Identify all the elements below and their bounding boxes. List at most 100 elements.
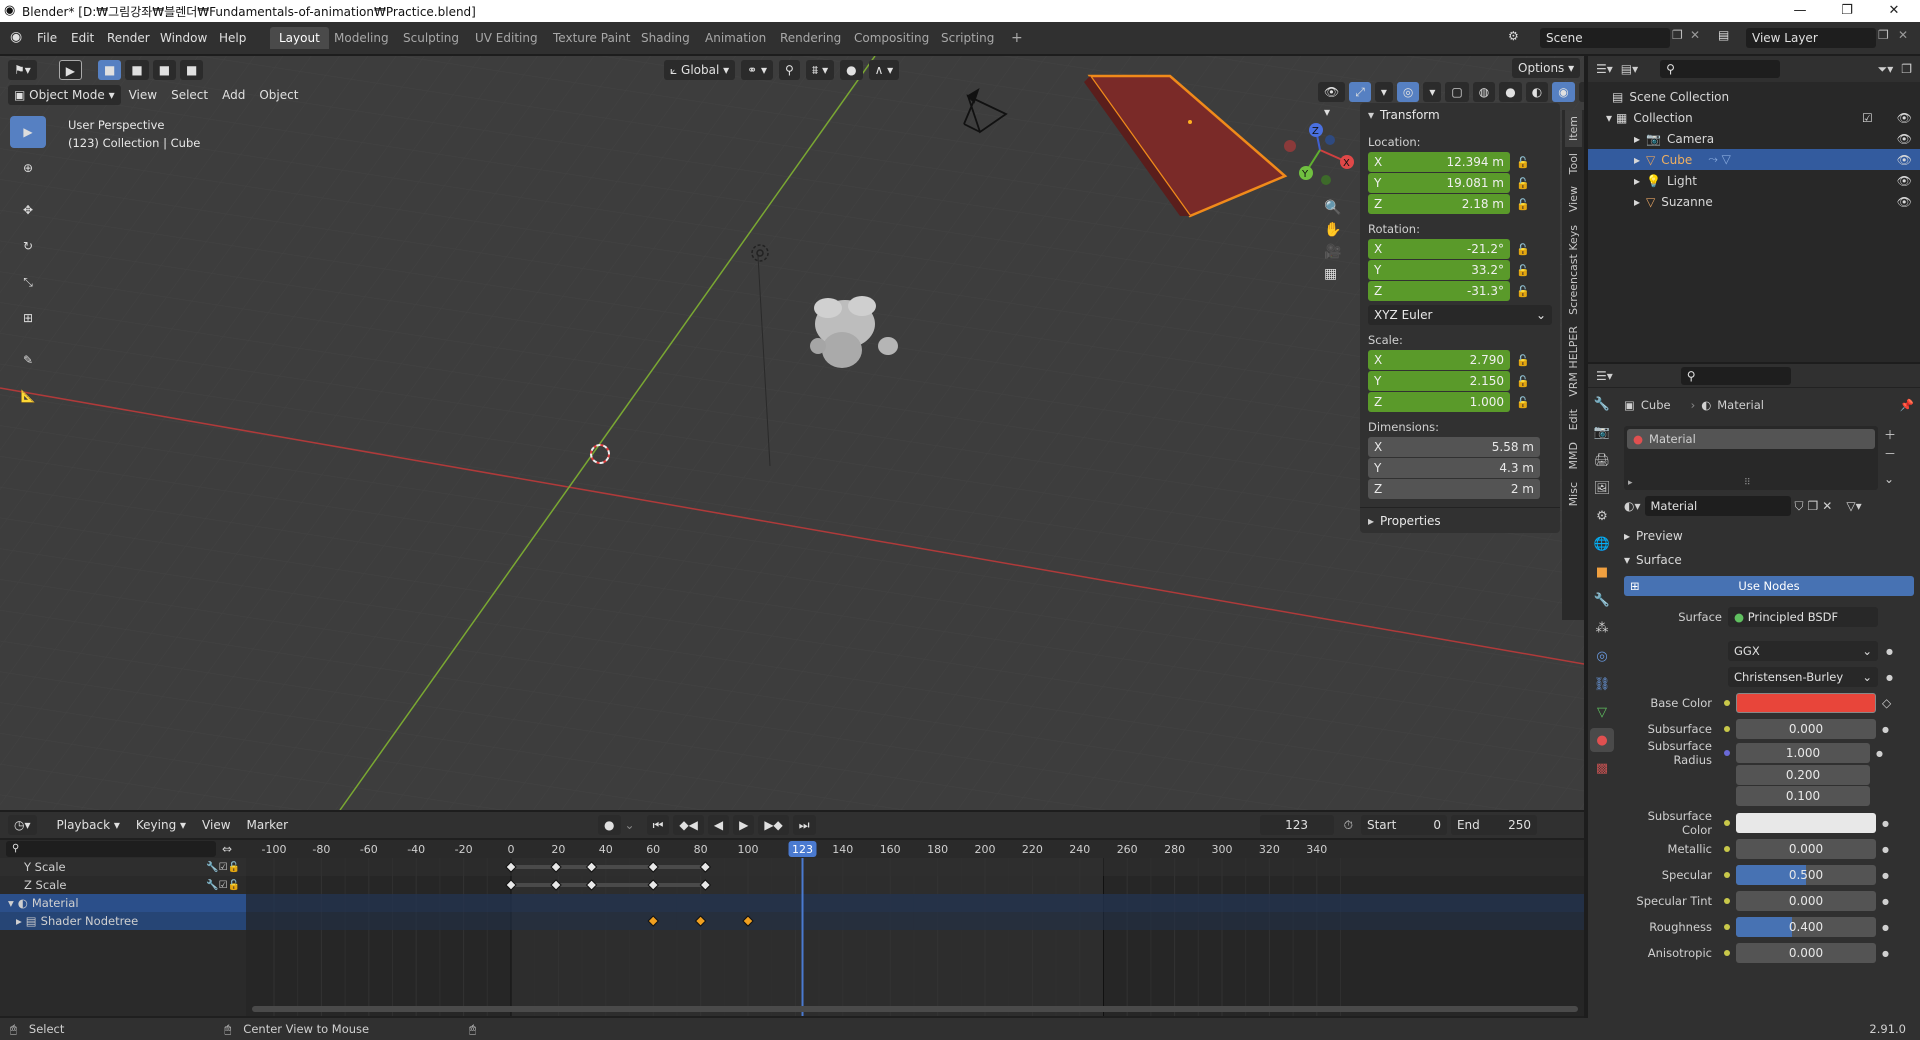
roughness-slider[interactable]: 0.400 xyxy=(1736,917,1876,937)
scene-icon[interactable]: ⚙ xyxy=(1508,29,1519,43)
keyframe-diamond-icon[interactable]: ◇ xyxy=(1882,696,1891,710)
scene-name-field[interactable]: Scene xyxy=(1540,28,1670,48)
properties-search-input[interactable]: ⚲ xyxy=(1680,366,1791,385)
wrench-icon[interactable]: 🔧☑🔓 xyxy=(206,880,240,891)
maximize-icon[interactable]: ❐ xyxy=(1825,0,1869,22)
outliner-scene-collection[interactable]: ▤ Scene Collection xyxy=(1588,86,1920,107)
browse-material-icon[interactable]: ◐▾ xyxy=(1624,499,1641,513)
checkbox-icon[interactable]: ☑ xyxy=(1862,111,1873,125)
properties-subpanel-header[interactable]: ▸ Properties xyxy=(1360,507,1560,533)
scale-tool-icon[interactable]: ⤡ xyxy=(10,266,46,298)
eye-icon[interactable]: 👁 xyxy=(1897,195,1912,209)
data-tab-icon[interactable]: ▽ xyxy=(1590,700,1614,724)
subsurface-field[interactable]: 0.000 xyxy=(1736,719,1876,739)
timeline-menu-keying[interactable]: Keying ▾ xyxy=(130,815,192,835)
vp-menu-add[interactable]: Add xyxy=(216,85,251,105)
new-view-layer-icon[interactable]: ❐ xyxy=(1878,28,1889,42)
lock-icon[interactable]: 🔓 xyxy=(1516,156,1530,169)
view-layer-icon[interactable]: ▤ xyxy=(1718,28,1729,42)
scale-z-field[interactable]: Z 1.000 xyxy=(1368,392,1510,412)
rotation-z-field[interactable]: Z -31.3° xyxy=(1368,281,1510,301)
base-color-swatch[interactable] xyxy=(1736,693,1876,713)
snap-toggle[interactable]: ⚲ xyxy=(779,60,800,80)
minimize-icon[interactable]: — xyxy=(1778,0,1822,22)
particles-tab-icon[interactable]: ⁂ xyxy=(1590,616,1614,640)
overlay-dropdown[interactable]: ▾ xyxy=(1423,82,1442,102)
select-tool-icon[interactable]: ▶ xyxy=(10,116,46,148)
menu-edit[interactable]: Edit xyxy=(64,28,101,48)
measure-tool-icon[interactable]: 📐 xyxy=(10,380,46,412)
chevron-down-icon[interactable]: ⌄ xyxy=(625,818,635,832)
select-box-icon[interactable]: ▶ xyxy=(58,60,83,80)
properties-type-icon[interactable]: ☰▾ xyxy=(1596,369,1613,383)
lock-icon[interactable]: 🔓 xyxy=(1516,264,1530,277)
material-slot-list[interactable]: ● Material ▸ ⠿ xyxy=(1624,426,1878,490)
dimension-x-field[interactable]: X 5.58 m xyxy=(1368,437,1540,457)
tool-tab-icon[interactable]: 🔧 xyxy=(1590,392,1614,416)
location-x-field[interactable]: X 12.394 m xyxy=(1368,152,1510,172)
timeline-menu-marker[interactable]: Marker xyxy=(241,815,294,835)
close-icon[interactable]: ✕ xyxy=(1872,0,1916,22)
delete-scene-icon[interactable]: ✕ xyxy=(1690,28,1700,42)
xray-icon[interactable]: ▢ xyxy=(1445,82,1469,102)
anisotropic-field[interactable]: 0.000 xyxy=(1736,943,1876,963)
surface-panel-header[interactable]: ▾ Surface xyxy=(1624,548,1914,572)
falloff-dropdown[interactable]: ∧ ▾ xyxy=(868,60,900,80)
remove-slot-icon[interactable]: － xyxy=(1884,445,1896,462)
tab-item[interactable]: Item xyxy=(1564,110,1582,148)
distribution-dropdown[interactable]: GGX ⌄ xyxy=(1728,641,1878,661)
material-tab-icon[interactable]: ● xyxy=(1590,728,1614,752)
play-icon[interactable]: ▶ xyxy=(733,815,755,835)
move-tool-icon[interactable]: ✥ xyxy=(10,194,46,226)
rotation-x-field[interactable]: X -21.2° xyxy=(1368,239,1510,259)
menu-file[interactable]: File xyxy=(30,28,64,48)
current-frame-field[interactable]: 123 xyxy=(1259,815,1334,835)
lock-icon[interactable]: 🔓 xyxy=(1516,285,1530,298)
outliner-item-suzanne[interactable]: ▸ ▽ Suzanne 👁 xyxy=(1588,191,1920,212)
link-dropdown-icon[interactable]: ▽▾ xyxy=(1846,499,1861,513)
outliner-item-light[interactable]: ▸ 💡 Light 👁 xyxy=(1588,170,1920,191)
duplicate-material-icon[interactable]: ❐ xyxy=(1808,499,1819,513)
gizmo-toggle-icon[interactable]: ⤢ xyxy=(1349,82,1371,102)
clock-icon[interactable]: ⏱ xyxy=(1344,818,1353,833)
3d-viewport[interactable]: X Z Y ⚑▾ ▶ ■ ■ ■ ■ ⟀ Global ▾ ⚭ ▾ ⚲ ⩩ ▾ … xyxy=(0,56,1584,810)
lock-icon[interactable]: 🔓 xyxy=(1516,354,1530,367)
end-frame-field[interactable]: End 250 xyxy=(1450,815,1537,835)
add-workspace-icon[interactable]: + xyxy=(1002,27,1032,49)
filter-icon[interactable]: ⏷▾ xyxy=(1878,62,1894,77)
output-tab-icon[interactable]: 🖨 xyxy=(1590,448,1614,472)
eye-icon[interactable]: 👁 xyxy=(1897,111,1912,125)
editor-type-icon[interactable]: ⚑▾ xyxy=(8,60,37,80)
zoom-icon[interactable]: 🔍 xyxy=(1324,200,1341,216)
material-shading-icon[interactable]: ◐ xyxy=(1525,82,1549,102)
new-collection-icon[interactable]: ❐ xyxy=(1901,62,1912,76)
tab-modeling[interactable]: Modeling xyxy=(325,27,398,49)
dopesheet-area[interactable]: -100 -80 -60 -40 -20 0 20 40 60 80 100 140 160 180 200… xyxy=(246,840,1584,1016)
lock-icon[interactable]: 🔓 xyxy=(1516,177,1530,190)
jump-end-icon[interactable]: ⏭ xyxy=(792,815,816,835)
tab-view[interactable]: View xyxy=(1565,180,1582,218)
delete-view-layer-icon[interactable]: ✕ xyxy=(1898,28,1908,42)
specular-tint-field[interactable]: 0.000 xyxy=(1736,891,1876,911)
proportional-toggle[interactable]: ● xyxy=(840,60,863,80)
subsurface-radius-y-field[interactable]: 0.200 xyxy=(1736,764,1870,785)
menu-help[interactable]: Help xyxy=(212,28,253,48)
modifier-tab-icon[interactable]: 🔧 xyxy=(1590,588,1614,612)
render-tab-icon[interactable]: 📷 xyxy=(1590,420,1614,444)
channel-y-scale[interactable]: Y Scale 🔧☑🔓 xyxy=(0,858,246,876)
pivot-dropdown[interactable]: ⚭ ▾ xyxy=(741,60,774,80)
orientation-dropdown[interactable]: ⟀ Global ▾ xyxy=(664,60,736,80)
channel-shader-nodetree[interactable]: ▸ ▤ Shader Nodetree xyxy=(0,912,246,930)
timeline-type-icon[interactable]: ◷▾ xyxy=(8,815,37,835)
lock-icon[interactable]: 🔓 xyxy=(1516,198,1530,211)
outliner-item-cube[interactable]: ▸ ▽ Cube ⤳ ▽ 👁 xyxy=(1588,149,1920,170)
physics-tab-icon[interactable]: ◎ xyxy=(1590,644,1614,668)
rotation-mode-dropdown[interactable]: XYZ Euler ⌄ xyxy=(1368,305,1552,325)
texture-tab-icon[interactable]: ▩ xyxy=(1590,756,1614,780)
blender-menu-icon[interactable]: ◉ xyxy=(10,29,22,45)
mode-subtract-icon[interactable]: ■ xyxy=(152,60,177,80)
vp-menu-object[interactable]: Object xyxy=(253,85,304,105)
solid-shading-icon[interactable]: ● xyxy=(1499,82,1522,102)
eye-icon[interactable]: 👁 xyxy=(1897,153,1912,167)
subsurface-color-swatch[interactable] xyxy=(1736,813,1876,833)
